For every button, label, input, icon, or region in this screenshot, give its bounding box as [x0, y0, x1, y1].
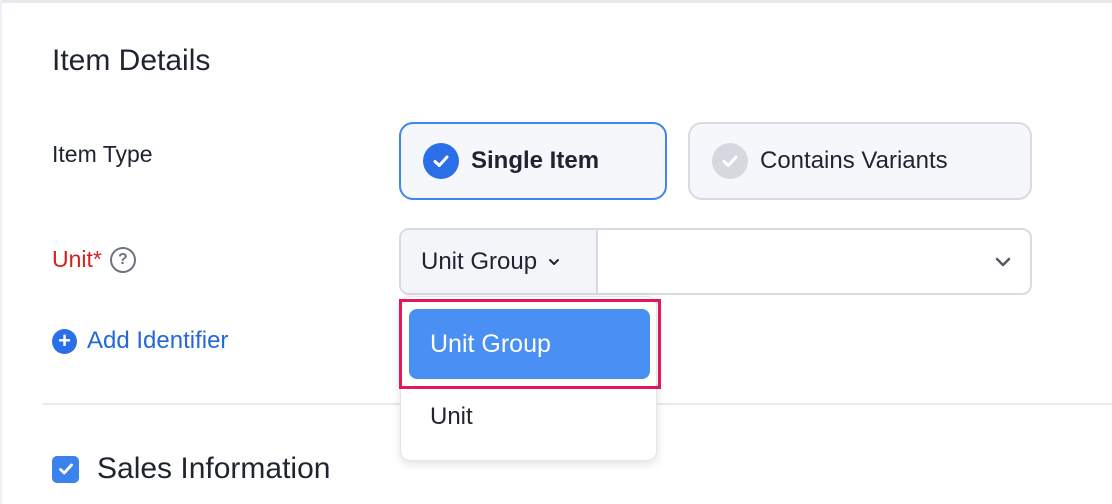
unit-type-dropdown: Unit Group Unit: [399, 296, 661, 461]
unit-label: Unit*: [52, 246, 102, 272]
check-circle-icon: [712, 143, 748, 179]
chevron-down-icon: [995, 257, 1011, 267]
sales-information-checkbox[interactable]: [52, 455, 79, 483]
contains-variants-label: Contains Variants: [760, 147, 948, 174]
unit-label-row: Unit* ?: [52, 246, 136, 273]
add-identifier-label: Add Identifier: [87, 327, 229, 354]
left-border: [0, 0, 2, 504]
single-item-option[interactable]: Single Item: [399, 122, 667, 200]
sales-information-row[interactable]: Sales Information: [52, 452, 330, 486]
unit-type-select-value: Unit Group: [421, 247, 538, 275]
item-type-label: Item Type: [52, 141, 153, 167]
unit-input-group: Unit Group: [399, 228, 1032, 295]
sales-information-label: Sales Information: [97, 452, 331, 485]
check-icon: [58, 463, 73, 475]
check-circle-icon: [423, 143, 459, 179]
unit-select-field[interactable]: [598, 230, 1030, 293]
contains-variants-option[interactable]: Contains Variants: [688, 122, 1032, 200]
dropdown-option-unit[interactable]: Unit: [430, 403, 473, 431]
help-icon[interactable]: ?: [109, 246, 136, 273]
plus-circle-icon: +: [52, 328, 77, 354]
chevron-down-icon: [549, 258, 560, 265]
single-item-label: Single Item: [471, 147, 600, 174]
add-identifier-link[interactable]: + Add Identifier: [52, 327, 228, 355]
section-title: Item Details: [52, 44, 211, 77]
unit-type-select[interactable]: Unit Group: [401, 230, 598, 293]
highlight-box: [399, 299, 661, 389]
top-border: [0, 0, 1112, 3]
